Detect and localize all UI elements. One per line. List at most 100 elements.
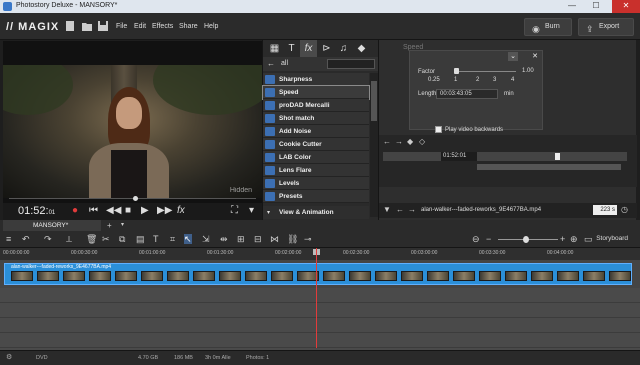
prev-marker-button[interactable]: ⏮ — [89, 206, 98, 216]
keyframe-icon[interactable]: ◆ — [407, 137, 413, 146]
fast-forward-button[interactable]: ▶▶ — [157, 206, 172, 216]
prev-file-icon[interactable]: ← — [396, 205, 404, 214]
fullscreen-icon[interactable]: ⛶ — [231, 206, 238, 216]
tag-tab-icon[interactable]: ◆ — [353, 40, 370, 57]
effect-item[interactable]: Speed — [262, 85, 370, 100]
factor-slider-handle[interactable] — [454, 68, 459, 74]
trim-icon[interactable]: ⇹ — [220, 234, 228, 244]
ripple-icon[interactable]: ⊞ — [237, 234, 245, 244]
timeline-ruler[interactable]: 00:00:00:00 00:00:30:00 00:01:00:00 00:0… — [0, 248, 640, 260]
view-animation-row[interactable]: ▾ View & Animation — [263, 206, 369, 219]
fit-icon[interactable]: ⊕ — [570, 234, 578, 244]
zoom-plus-icon[interactable]: + — [560, 234, 565, 244]
close-icon[interactable]: ✕ — [530, 52, 540, 61]
menu-file[interactable]: File — [116, 23, 127, 30]
track-lane[interactable] — [0, 333, 640, 348]
effect-playhead[interactable] — [555, 153, 560, 160]
track-menu-icon[interactable]: ≡ — [6, 234, 11, 244]
preview-menu-icon[interactable]: ▾ — [249, 206, 254, 216]
effect-item[interactable]: Presets — [263, 190, 369, 203]
undo-icon[interactable]: ↶ — [22, 234, 30, 244]
settings-icon[interactable]: ⚙ — [6, 353, 12, 361]
export-button[interactable]: ⇪ Export — [578, 18, 634, 36]
effect-item[interactable]: Sharpness — [263, 73, 369, 86]
effect-timeline[interactable] — [383, 152, 627, 161]
range-mode-icon[interactable]: ⇲ — [202, 234, 210, 244]
video-clip[interactable]: alan-walker---faded-reworks_9E4677BA.mp4 — [4, 263, 632, 285]
play-backwards-checkbox[interactable] — [435, 126, 442, 133]
clock-icon[interactable]: ◷ — [621, 205, 628, 214]
effect-item[interactable]: LAB Color — [263, 151, 369, 164]
keyframe-remove-icon[interactable]: ◇ — [419, 137, 425, 146]
new-file-icon[interactable] — [64, 20, 76, 32]
effect-item[interactable]: Shot match — [263, 112, 369, 125]
group-icon[interactable]: ⊟ — [254, 234, 262, 244]
snap-icon[interactable]: ⊸ — [304, 234, 312, 244]
effects-scrollbar[interactable] — [370, 73, 378, 217]
delete-icon[interactable]: 🗑 — [86, 234, 97, 244]
transition-tab-icon[interactable]: ⊳ — [318, 40, 335, 57]
fx-icon[interactable]: fx — [177, 206, 185, 216]
paste-icon[interactable]: ▤ — [136, 234, 145, 244]
effects-search-input[interactable] — [327, 59, 375, 69]
track-lane[interactable] — [0, 303, 640, 318]
text-tab-icon[interactable]: T — [283, 40, 300, 57]
seek-handle[interactable] — [133, 196, 138, 201]
save-icon[interactable] — [97, 20, 109, 32]
maximize-button[interactable]: ☐ — [584, 0, 608, 13]
close-button[interactable]: ✕ — [612, 0, 640, 13]
redo-icon[interactable]: ↷ — [44, 234, 52, 244]
add-tab-icon[interactable]: + — [107, 221, 112, 230]
preview-seek-bar[interactable] — [3, 196, 262, 202]
minimize-button[interactable]: — — [560, 0, 584, 13]
next-file-icon[interactable]: → — [408, 205, 416, 214]
zoom-out-icon[interactable]: ⊖ — [472, 234, 480, 244]
storyboard-label[interactable]: Storyboard — [596, 235, 628, 242]
effect-item[interactable]: Cookie Cutter — [263, 138, 369, 151]
effect-item[interactable]: proDAD Mercalli — [263, 99, 369, 112]
mouse-mode-icon[interactable]: ↖ — [184, 234, 192, 244]
copy-icon[interactable]: ⧉ — [119, 234, 125, 244]
grid-tab-icon[interactable]: ▦ — [266, 40, 283, 57]
crop-icon[interactable]: ⌗ — [170, 234, 175, 244]
storyboard-icon[interactable]: ▭ — [584, 234, 593, 244]
zoom-slider-handle[interactable] — [523, 236, 529, 243]
split-icon[interactable]: ⟂ — [66, 234, 72, 244]
tab-dropdown-icon[interactable]: ▾ — [121, 221, 124, 228]
filter-label[interactable]: all — [281, 60, 288, 67]
forward-icon[interactable]: → — [395, 137, 403, 146]
stop-button[interactable]: ■ — [125, 206, 131, 216]
link-icon[interactable]: ⛓ — [287, 234, 298, 244]
effect-scrollbar[interactable] — [477, 164, 621, 170]
track-lane[interactable] — [0, 318, 640, 333]
track-lane[interactable] — [0, 288, 640, 303]
effect-item[interactable]: Lens Flare — [263, 164, 369, 177]
play-button[interactable]: ▶ — [141, 206, 149, 216]
file-duration: 223 s — [593, 205, 617, 215]
effect-item[interactable]: Levels — [263, 177, 369, 190]
factor-slider-track[interactable] — [454, 71, 516, 72]
menu-edit[interactable]: Edit — [134, 23, 146, 30]
length-field[interactable]: 00:03:43:05 — [436, 89, 498, 99]
rewind-button[interactable]: ◀◀ — [106, 206, 121, 216]
filter-icon[interactable]: ▼ — [383, 205, 391, 214]
zoom-minus-icon[interactable]: − — [486, 234, 491, 244]
back-icon[interactable]: ← — [383, 137, 391, 146]
audio-sync-icon[interactable]: ⋈ — [270, 234, 279, 244]
burn-button[interactable]: ◉ Burn — [524, 18, 572, 36]
text-tool-icon[interactable]: T — [153, 234, 159, 244]
cut-icon[interactable]: ✂ — [102, 234, 110, 244]
fx-tab-icon[interactable]: fx — [300, 40, 317, 57]
menu-help[interactable]: Help — [204, 23, 218, 30]
menu-share[interactable]: Share — [179, 23, 198, 30]
music-tab-icon[interactable]: ♫ — [335, 40, 352, 57]
back-arrow-icon[interactable]: ← — [267, 59, 275, 68]
effect-item[interactable]: Add Noise — [263, 125, 369, 138]
menu-effects[interactable]: Effects — [152, 23, 173, 30]
clip-thumbnail — [505, 271, 527, 281]
dropdown-icon[interactable]: ⌄ — [508, 52, 518, 61]
video-preview[interactable]: Hidden — [3, 41, 262, 203]
open-folder-icon[interactable] — [81, 20, 93, 32]
tab-project[interactable]: MANSORY* — [3, 220, 101, 231]
record-button[interactable]: ● — [72, 206, 78, 216]
